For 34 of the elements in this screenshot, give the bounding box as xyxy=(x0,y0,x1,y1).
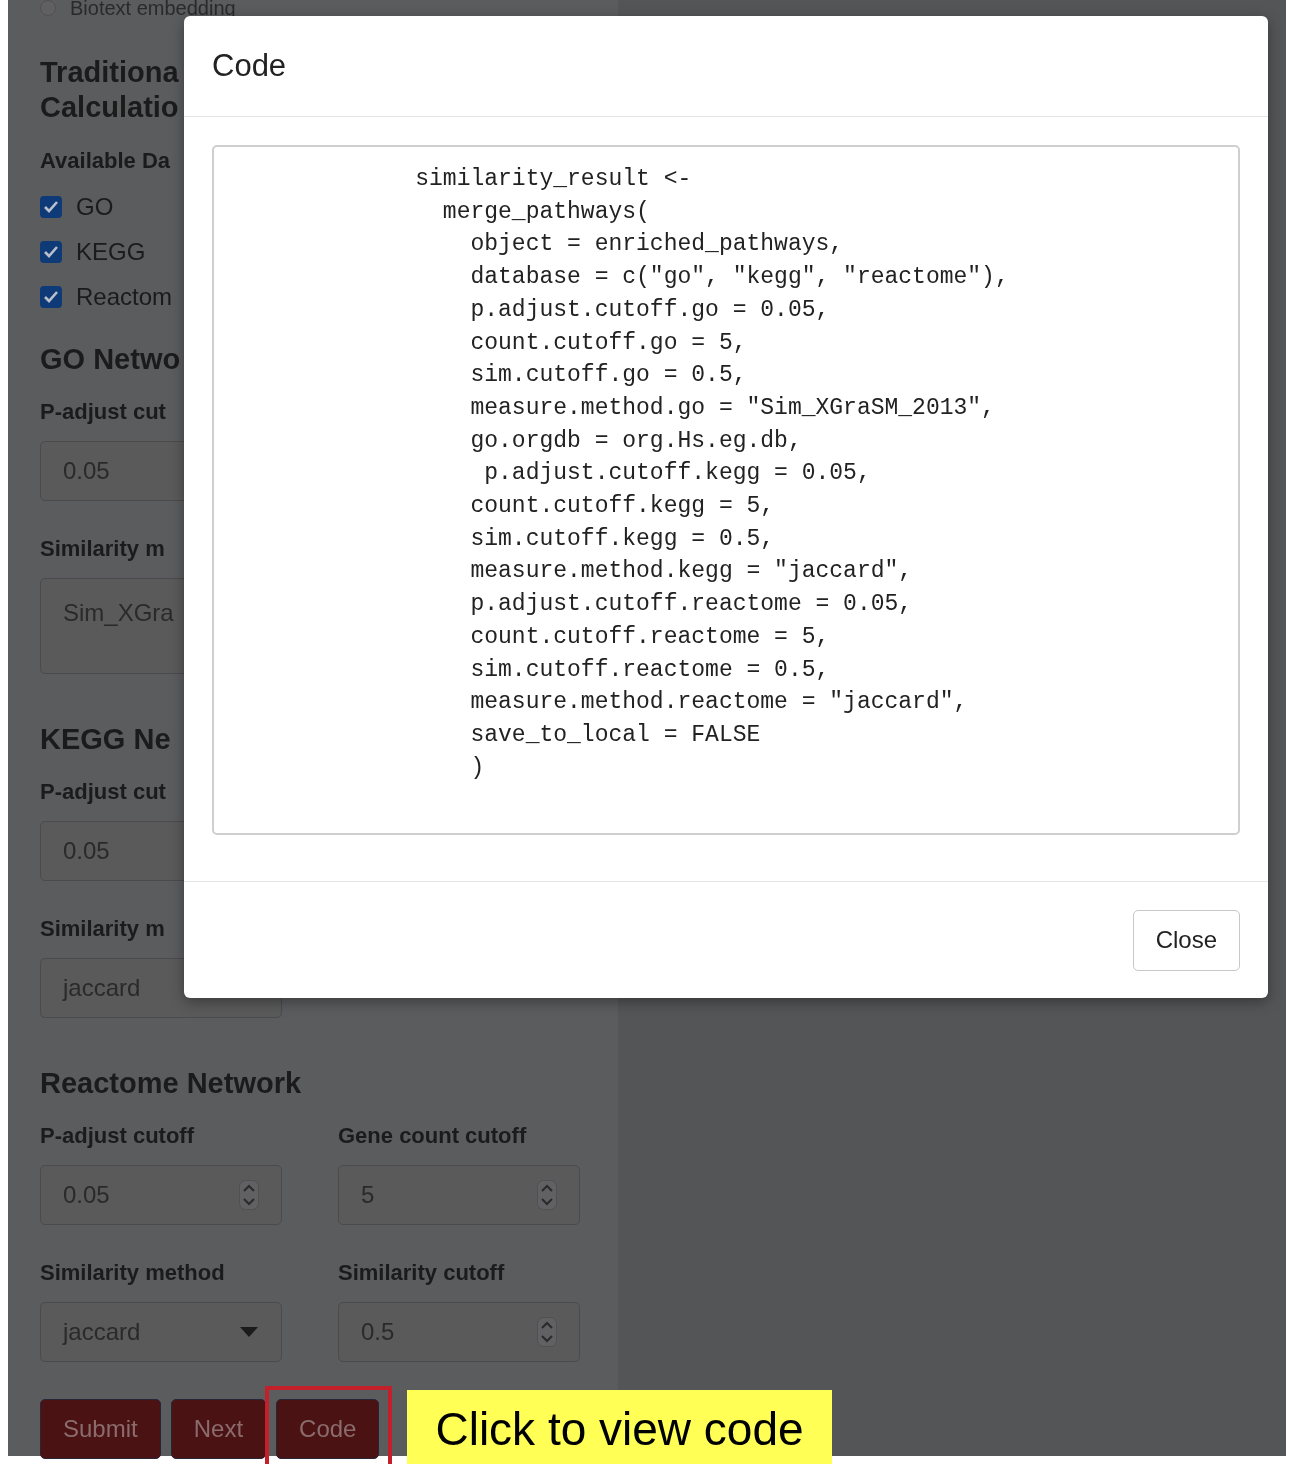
checkbox-label: KEGG xyxy=(76,236,146,267)
button[interactable]: Next xyxy=(170,1399,267,1459)
checkbox[interactable] xyxy=(40,285,62,308)
button[interactable]: Code xyxy=(276,1399,380,1459)
checkmark-icon xyxy=(43,244,59,259)
field-label: Similarity m xyxy=(40,536,165,562)
caret-icon xyxy=(239,1326,259,1338)
button[interactable]: Submit xyxy=(40,1399,161,1459)
field-label: Similarity m xyxy=(40,916,165,942)
field-label: Similarity cutoff xyxy=(338,1260,505,1286)
field-label: Similarity method xyxy=(40,1260,225,1286)
section-title: Reactome Network xyxy=(40,1066,302,1101)
field-label: Available Da xyxy=(40,148,171,174)
section-title: Traditiona xyxy=(40,55,179,90)
checkbox-label: GO xyxy=(76,191,114,222)
checkbox[interactable] xyxy=(40,195,62,218)
checkbox-label: Reactom xyxy=(76,281,173,312)
checkbox[interactable] xyxy=(40,240,62,263)
spinner-icon xyxy=(537,1317,557,1347)
callout-label: Click to view code xyxy=(407,1390,832,1464)
checkmark-icon xyxy=(43,289,59,304)
checkmark-icon xyxy=(43,199,59,214)
spinner-icon xyxy=(239,1180,259,1210)
section-title: KEGG Ne xyxy=(40,722,171,757)
close-button[interactable]: Close xyxy=(1132,909,1240,971)
code-block: similarity_result <- merge_pathways( object = enriched_pathways, database = c("go", "kegg", "reactome"), p.adjust.cutoff.go = 0.05, count.cutoff.go = 5, sim.cutoff.go = 0.5, measure.method.go = "Sim_XGraSM_2013", go.orgdb = org.Hs.eg.db, p.adjust.cutoff.kegg = 0.05, count.cutoff.kegg = 5, sim.cutoff.kegg = 0.5, measure.method.kegg = "jaccard", p.adjust.cutoff.reactome = 0.05, count.cutoff.reactome = 5, sim.cutoff.reactome = 0.5, measure.method.reactome = "jaccard", save_to_local = FALSE ) xyxy=(212,145,1240,835)
dialog-title: Code xyxy=(212,47,287,85)
section-title: GO Netwo xyxy=(40,342,181,377)
section-title: Calculatio xyxy=(40,90,179,125)
field-label: P-adjust cut xyxy=(40,779,166,805)
field-label: P-adjust cut xyxy=(40,399,166,425)
field-label: Gene count cutoff xyxy=(338,1123,527,1149)
field-label: P-adjust cutoff xyxy=(40,1123,194,1149)
spinner-icon xyxy=(537,1180,557,1210)
